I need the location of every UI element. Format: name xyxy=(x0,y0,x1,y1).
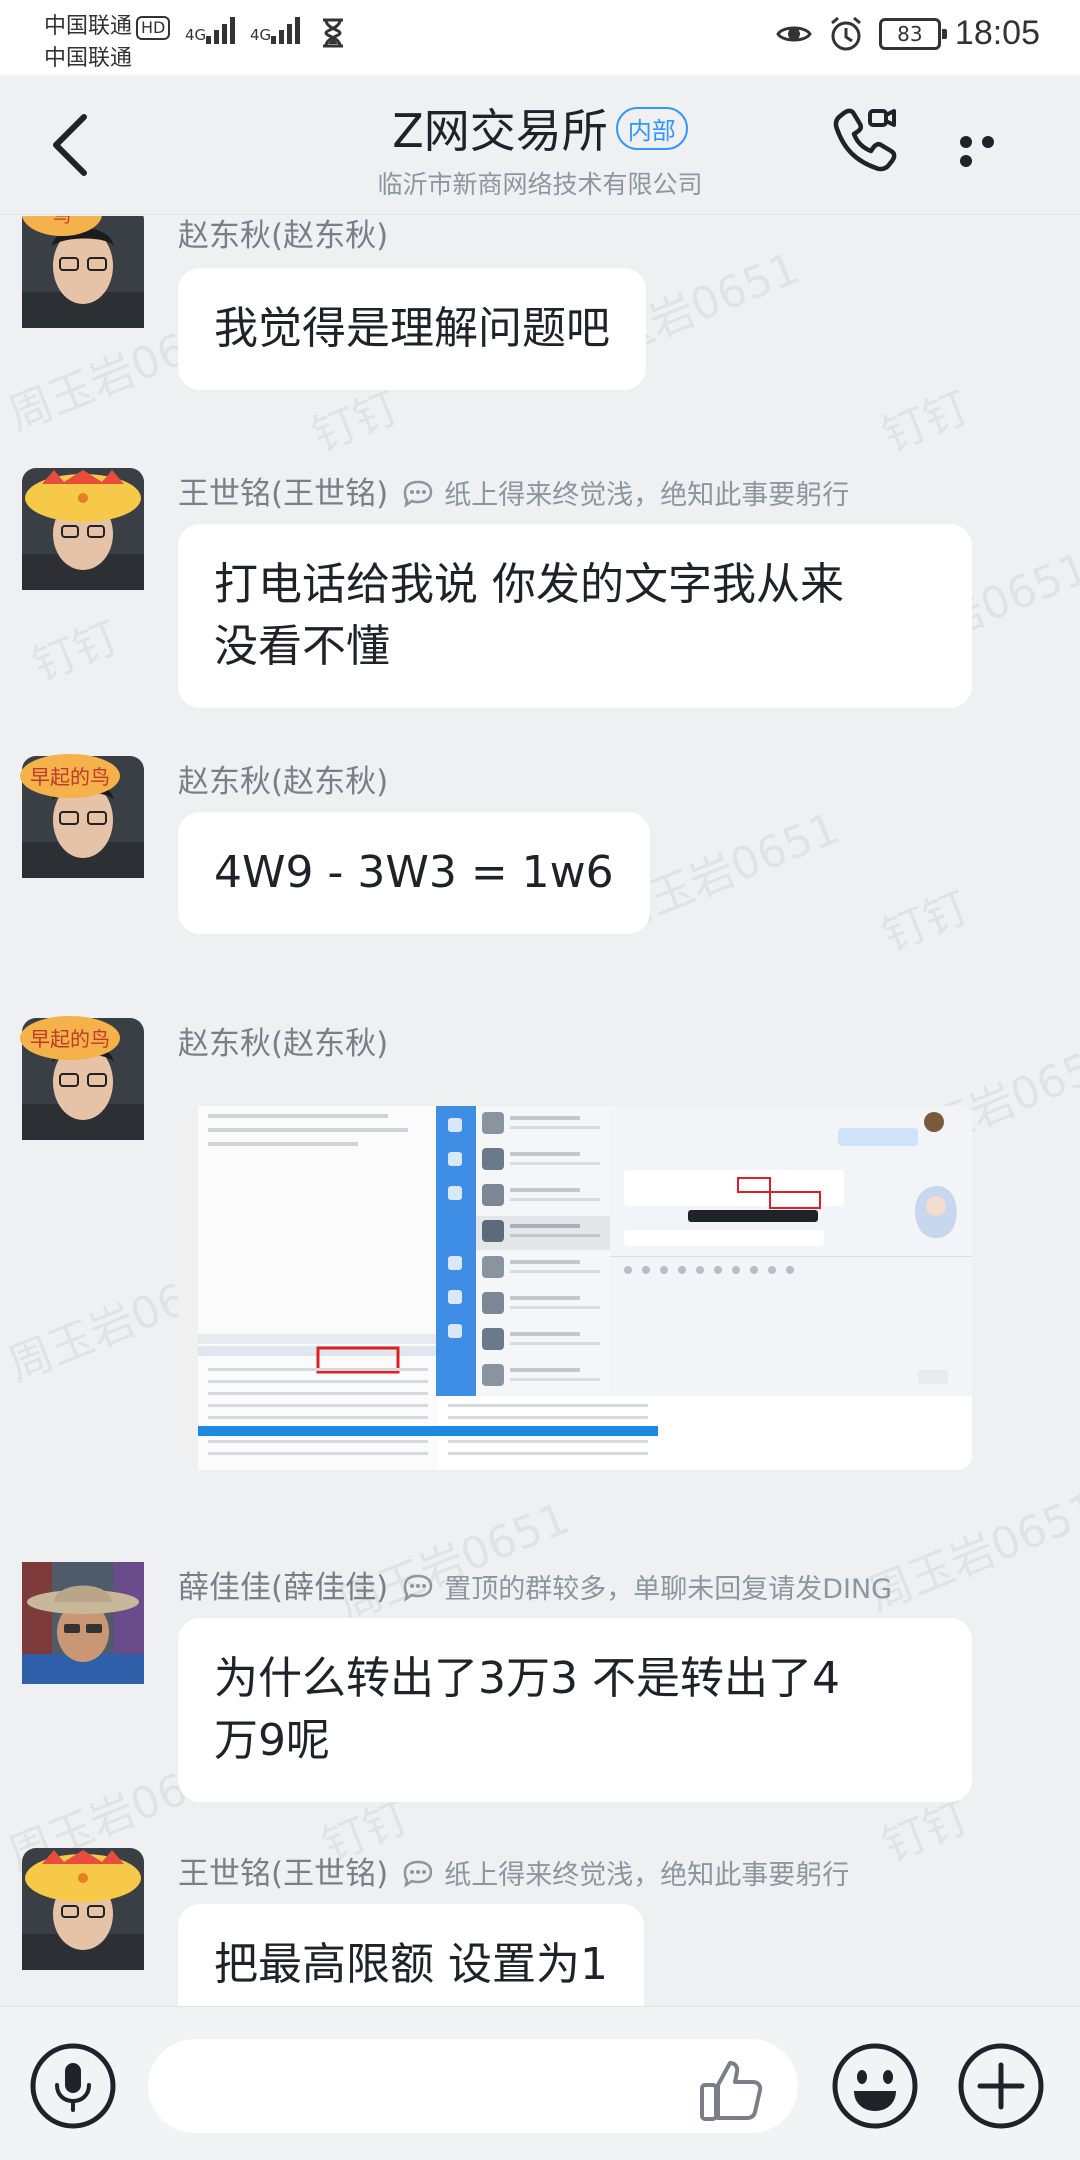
sender-name: 薛佳佳(薛佳佳) 置顶的群较多，单聊未回复请发DING xyxy=(178,1570,893,1606)
message-bubble[interactable]: 我觉得是理解问题吧 xyxy=(178,268,646,390)
signature-icon xyxy=(403,1860,433,1888)
watermark: 钉钉 xyxy=(25,612,127,693)
sender-name: 赵东秋(赵东秋) xyxy=(178,1026,389,1062)
plus-icon[interactable] xyxy=(956,2041,1046,2131)
message-bubble[interactable]: 打电话给我说 你发的文字我从来 没看不懂 xyxy=(178,524,972,708)
message-bubble[interactable]: 把最高限额 设置为1 xyxy=(178,1904,644,2006)
message-bubble[interactable]: 4W9 - 3W3 = 1w6 xyxy=(178,812,650,934)
eye-icon xyxy=(776,26,812,41)
svg-text:早起的鸟: 早起的鸟 xyxy=(30,1027,110,1051)
message-line: 为什么转出了3万3 不是转出了4 xyxy=(214,1653,840,1704)
input-bar xyxy=(0,2006,1080,2160)
watermark: 周玉岩0651 xyxy=(331,1492,577,1632)
watermark: 钉钉 xyxy=(875,382,977,463)
watermark: 钉钉 xyxy=(875,882,977,963)
battery-indicator: 83 xyxy=(878,17,947,50)
signature-icon xyxy=(403,480,433,508)
sender-signature: 置顶的群较多，单聊未回复请发DING xyxy=(444,1574,893,1605)
microphone-icon[interactable] xyxy=(28,2041,118,2131)
avatar[interactable]: 早起的鸟 xyxy=(20,1016,144,1140)
message-line: 打电话给我说 你发的文字我从来 xyxy=(214,559,844,610)
svg-text:早起的鸟: 早起的鸟 xyxy=(30,765,110,789)
clock: 18:05 xyxy=(954,14,1040,52)
internal-tag: 内部 xyxy=(615,106,688,150)
signature-icon xyxy=(403,1574,433,1602)
message-list[interactable]: 周玉岩0651 周玉岩0651 钉钉 钉钉 钉钉 周玉岩0651 周玉岩0651… xyxy=(0,216,1080,2006)
carrier-2: 中国联通 xyxy=(44,46,133,71)
screenshot-image[interactable] xyxy=(178,1106,972,1470)
sender-name: 王世铭(王世铭) 纸上得来终觉浅，绝知此事要躬行 xyxy=(178,476,850,512)
sender-signature: 纸上得来终觉浅，绝知此事要躬行 xyxy=(444,1860,850,1891)
more-icon[interactable] xyxy=(960,133,1024,167)
avatar[interactable]: 早起的鸟 xyxy=(20,754,144,878)
avatar[interactable] xyxy=(22,468,144,590)
signal-icon: 4G xyxy=(185,16,236,44)
emoji-icon[interactable] xyxy=(830,2041,920,2131)
message-bubble[interactable]: 为什么转出了3万3 不是转出了4 万9呢 xyxy=(178,1618,972,1802)
page-title: Z网交易所 xyxy=(392,104,608,158)
avatar[interactable] xyxy=(22,1562,144,1684)
avatar[interactable]: 鸟 xyxy=(22,216,144,328)
svg-text:鸟: 鸟 xyxy=(53,216,71,227)
title-area[interactable]: Z网交易所 内部 xyxy=(0,95,1080,161)
video-call-icon[interactable] xyxy=(830,105,902,177)
signal-icon-2: 4G xyxy=(250,16,301,44)
sender-name: 赵东秋(赵东秋) xyxy=(178,764,389,800)
group-subtitle: 临沂市新商网络技术有限公司 xyxy=(377,170,703,199)
hourglass-icon xyxy=(323,18,343,48)
hd-badge: HD xyxy=(136,16,171,40)
avatar[interactable] xyxy=(22,1848,144,1970)
message-line: 万9呢 xyxy=(214,1715,330,1766)
thumbs-up-icon[interactable] xyxy=(698,2057,768,2123)
chat-header: Z网交易所 内部 临沂市新商网络技术有限公司 xyxy=(0,75,1080,215)
sender-name: 王世铭(王世铭) 纸上得来终觉浅，绝知此事要躬行 xyxy=(178,1856,850,1892)
alarm-icon xyxy=(830,16,861,50)
message-line: 没看不懂 xyxy=(214,621,390,672)
carrier-1: 中国联通 HD xyxy=(44,8,171,40)
sender-signature: 纸上得来终觉浅，绝知此事要躬行 xyxy=(444,480,850,511)
sender-name: 赵东秋(赵东秋) xyxy=(178,218,389,254)
status-bar: 中国联通 HD 中国联通 4G 4G 83 18:05 xyxy=(0,0,1080,75)
